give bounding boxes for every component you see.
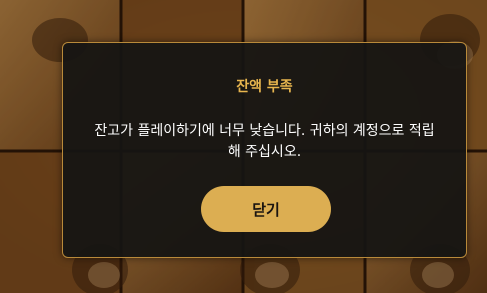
dialog-message: 잔고가 플레이하기에 너무 낮습니다. 귀하의 계정으로 적립해 주십시오. [94,123,435,160]
insufficient-balance-dialog: 잔액 부족 잔고가 플레이하기에 너무 낮습니다. 귀하의 계정으로 적립해 주… [62,42,467,258]
close-button[interactable]: 닫기 [201,186,331,232]
dialog-title: 잔액 부족 [236,79,293,95]
